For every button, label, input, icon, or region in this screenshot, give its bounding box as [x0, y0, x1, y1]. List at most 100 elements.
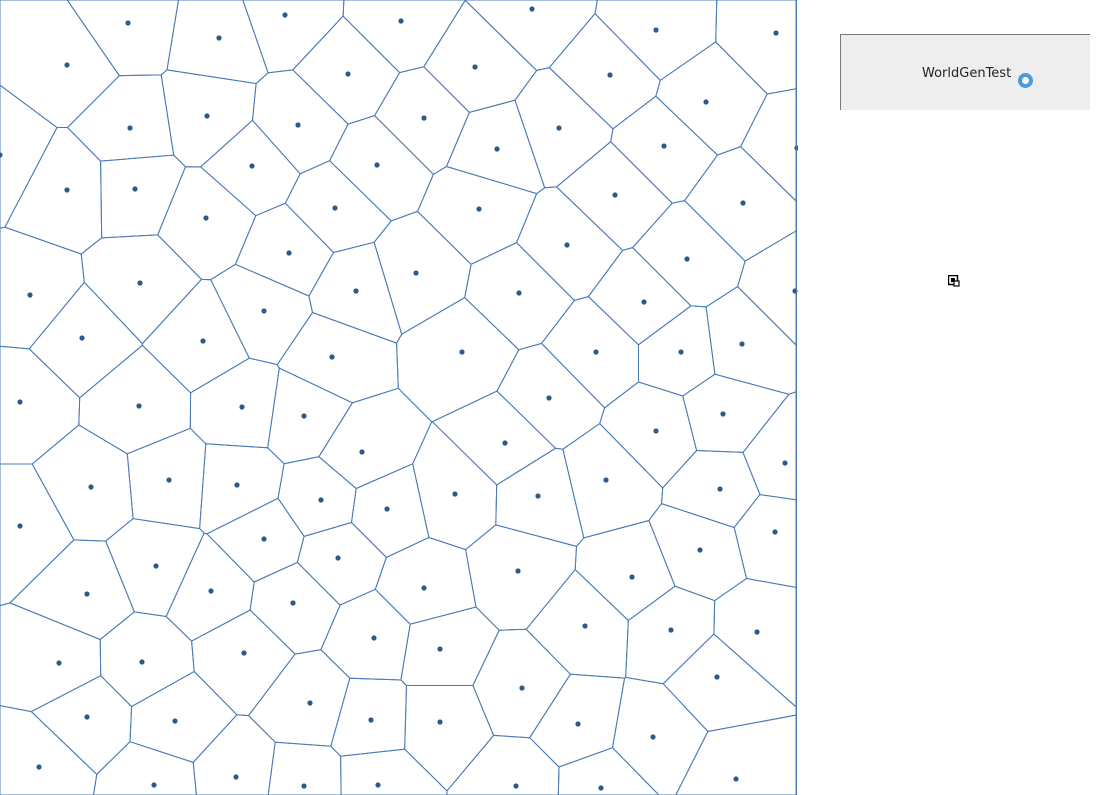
voronoi-site: [137, 280, 143, 286]
voronoi-site: [368, 717, 374, 723]
voronoi-site: [139, 659, 145, 665]
voronoi-cell: [66, 74, 175, 162]
voronoi-cell: [0, 0, 120, 128]
voronoi-site: [629, 574, 635, 580]
voronoi-cell: [525, 568, 629, 679]
voronoi-site: [234, 482, 240, 488]
voronoi-site: [556, 125, 562, 131]
voronoi-cell: [292, 15, 401, 125]
voronoi-site: [773, 30, 779, 36]
voronoi-site: [678, 349, 684, 355]
voronoi-cell: [574, 519, 676, 622]
voronoi-cell: [412, 421, 498, 551]
voronoi-site: [17, 399, 23, 405]
voronoi-site: [249, 163, 255, 169]
voronoi-site: [437, 719, 443, 725]
voronoi-cell: [251, 69, 349, 175]
voronoi-site: [332, 205, 338, 211]
voronoi-diagram: [0, 0, 798, 795]
voronoi-cell: [330, 677, 408, 757]
canvas-border: [796, 0, 797, 795]
voronoi-cell: [416, 165, 538, 265]
voronoi-cell: [189, 357, 280, 449]
voronoi-cell: [78, 344, 192, 455]
voronoi-cell: [529, 673, 626, 768]
voronoi-cell: [80, 234, 203, 345]
voronoi-site: [413, 270, 419, 276]
voronoi-site: [318, 497, 324, 503]
voronoi-cell: [340, 748, 448, 795]
voronoi-cell: [610, 95, 719, 204]
voronoi-cell: [631, 200, 746, 308]
voronoi-cell: [431, 390, 557, 486]
voronoi-cell: [242, 0, 345, 74]
voronoi-cell: [599, 381, 698, 489]
voronoi-cell: [660, 449, 761, 529]
voronoi-cell: [199, 443, 285, 535]
voronoi-site: [56, 660, 62, 666]
voronoi-cell: [655, 41, 768, 156]
voronoi-site: [166, 477, 172, 483]
voronoi-cell: [737, 230, 797, 347]
voronoi-site: [421, 115, 427, 121]
voronoi-site: [290, 600, 296, 606]
voronoi-cell: [742, 391, 797, 501]
voronoi-cell: [296, 521, 387, 606]
voronoi-cell: [733, 494, 797, 588]
voronoi-site: [172, 718, 178, 724]
voronoi-site: [684, 256, 690, 262]
voronoi-site: [703, 99, 709, 105]
voronoi-cell: [739, 88, 797, 203]
voronoi-cell: [465, 524, 578, 631]
voronoi-site: [593, 349, 599, 355]
voronoi-site: [782, 460, 788, 466]
voronoi-cell: [28, 281, 143, 399]
voronoi-site: [529, 6, 535, 12]
voronoi-cell: [675, 714, 797, 795]
voronoi-cell: [540, 296, 639, 409]
voronoi-site: [502, 440, 508, 446]
voronoi-site: [371, 635, 377, 641]
voronoi-site: [374, 162, 380, 168]
voronoi-canvas[interactable]: [0, 0, 798, 795]
voronoi-site: [208, 588, 214, 594]
voronoi-site: [733, 776, 739, 782]
voronoi-cell: [4, 127, 103, 255]
voronoi-cell: [9, 539, 136, 641]
voronoi-site: [739, 341, 745, 347]
voronoi-site: [754, 629, 760, 635]
voronoi-site: [519, 685, 525, 691]
voronoi-cell: [284, 160, 392, 254]
voronoi-cell: [683, 146, 797, 262]
voronoi-site: [717, 486, 723, 492]
voronoi-site: [653, 428, 659, 434]
voronoi-cell: [648, 503, 748, 602]
voronoi-site: [535, 493, 541, 499]
voronoi-cell: [276, 311, 399, 404]
voronoi-cell: [160, 69, 257, 168]
voronoi-site: [151, 782, 157, 788]
voronoi-site: [437, 646, 443, 652]
voronoi-site: [27, 292, 33, 298]
voronoi-cell: [557, 747, 660, 795]
voronoi-cell: [141, 278, 250, 394]
voronoi-site: [472, 64, 478, 70]
voronoi-site: [612, 192, 618, 198]
voronoi-site: [335, 555, 341, 561]
voronoi-site: [301, 783, 307, 789]
voronoi-site: [515, 568, 521, 574]
voronoi-site: [650, 734, 656, 740]
voronoi-cell: [516, 186, 624, 301]
voronoi-cell: [206, 497, 305, 583]
voronoi-site: [84, 714, 90, 720]
voronoi-cell: [126, 427, 207, 530]
voronoi-site: [546, 395, 552, 401]
voronoi-site: [127, 125, 133, 131]
voronoi-cell: [0, 463, 75, 607]
voronoi-site: [79, 335, 85, 341]
voronoi-site: [575, 721, 581, 727]
voronoi-site: [661, 143, 667, 149]
voronoi-site: [64, 62, 70, 68]
voronoi-cell: [396, 296, 520, 423]
voronoi-site: [301, 413, 307, 419]
